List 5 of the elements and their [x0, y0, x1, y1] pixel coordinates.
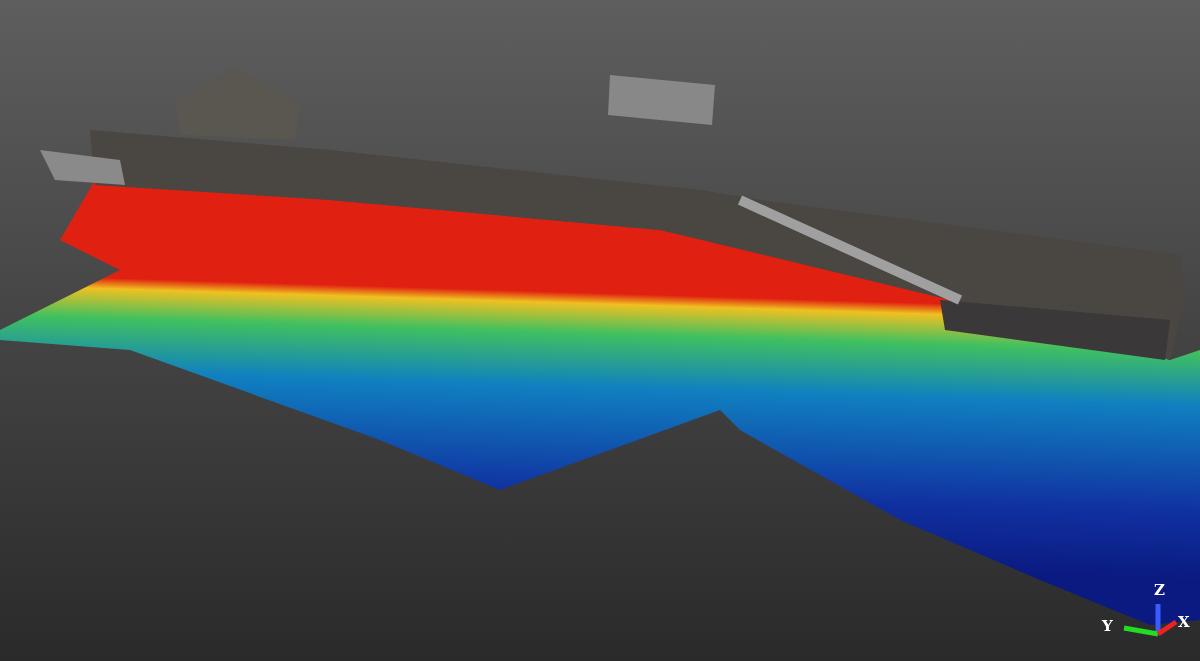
axis-label: Y	[1102, 617, 1113, 635]
axis-arrows-icon	[1123, 604, 1178, 637]
axis-label: Z	[1154, 581, 1165, 599]
axis-label: X	[1178, 613, 1190, 631]
3d-viewport[interactable]: Z Y X	[0, 0, 1200, 661]
